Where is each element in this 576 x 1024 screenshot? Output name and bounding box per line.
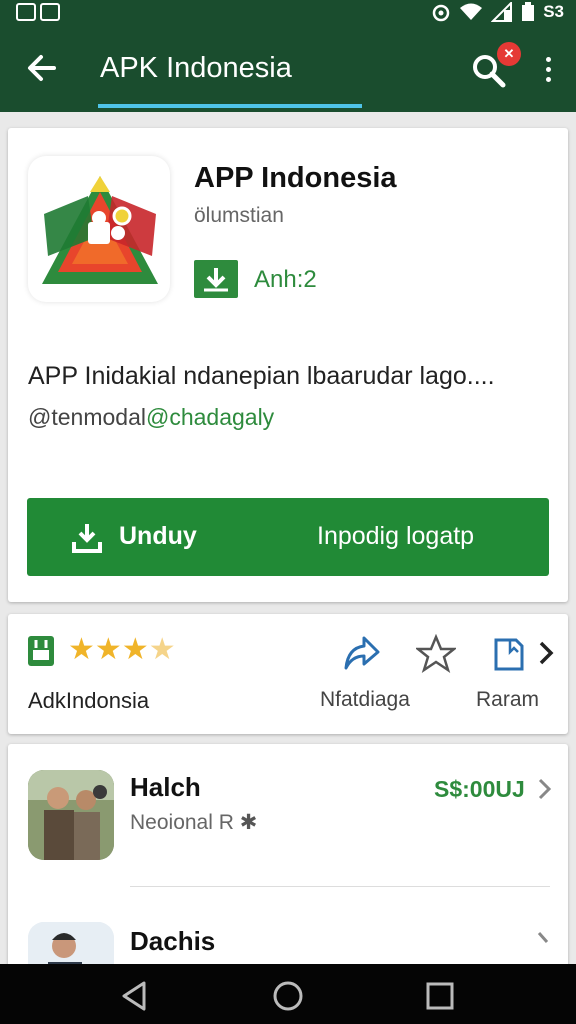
rating-label: AdkIndonsia xyxy=(28,688,150,713)
rating-badge-icon xyxy=(28,636,54,666)
share-icon[interactable] xyxy=(342,636,380,672)
wifi-icon xyxy=(460,3,483,20)
tag-link[interactable]: @chadagaly xyxy=(146,404,274,430)
notification-icon xyxy=(16,3,36,21)
alarm-icon xyxy=(432,4,450,22)
system-nav-bar xyxy=(0,964,576,1024)
share-label: Nfatdiaga xyxy=(320,688,410,711)
nav-recents-icon[interactable] xyxy=(426,982,454,1010)
more-options-icon[interactable] xyxy=(536,54,560,86)
battery-icon xyxy=(522,2,535,21)
chevron-right-icon[interactable] xyxy=(536,930,550,948)
chevron-right-icon[interactable] xyxy=(536,638,556,668)
image-notification-icon xyxy=(40,3,60,21)
rate-label: Raram xyxy=(476,688,540,711)
rating-card: ★★★★ AdkIndonsia Nfatdiaga Raram xyxy=(8,614,568,734)
page-title: APK Indonesia xyxy=(100,52,292,84)
back-arrow-icon[interactable] xyxy=(22,48,62,88)
list-item-subtitle-text: Neoional R xyxy=(130,811,234,834)
nav-home-icon[interactable] xyxy=(272,980,304,1012)
tag-handle: @tenmodal xyxy=(28,404,146,430)
star-icon: ★ xyxy=(94,633,122,666)
list-item-title[interactable]: Dachis xyxy=(130,926,215,957)
star-icon: ★ xyxy=(68,633,95,666)
gear-icon: ✱ xyxy=(239,811,258,834)
app-bar: APK Indonesia ✕ xyxy=(0,26,576,112)
star-icon: ★ xyxy=(148,633,176,666)
list-item-title[interactable]: Halch xyxy=(130,772,201,803)
related-apps-card: Halch Neoional R ✱ S$:00UJ Dachis xyxy=(8,744,568,982)
status-text: S3 xyxy=(543,2,564,21)
app-avatar[interactable] xyxy=(28,770,114,860)
install-button-secondary: Inpodig logatp xyxy=(317,522,475,550)
app-icon xyxy=(28,156,170,302)
star-outline-icon[interactable] xyxy=(416,634,456,674)
app-name: APP Indonesia xyxy=(194,162,397,194)
notification-badge: ✕ xyxy=(497,42,521,66)
app-developer[interactable]: ölumstian xyxy=(194,204,284,228)
tab-indicator xyxy=(98,104,362,108)
star-rating: ★★★★ xyxy=(68,632,176,667)
bookmark-icon[interactable] xyxy=(492,636,526,672)
nav-back-icon[interactable] xyxy=(118,980,150,1012)
install-button[interactable]: Unduy Inpodig logatp xyxy=(27,498,549,576)
install-button-label: Unduy xyxy=(119,522,197,550)
list-divider xyxy=(130,886,550,887)
status-bar: S3 xyxy=(0,0,576,26)
list-item-price: S$:00UJ xyxy=(434,776,525,802)
app-tags: @tenmodal@chadagaly xyxy=(28,404,274,431)
chevron-right-icon[interactable] xyxy=(536,776,554,802)
signal-icon xyxy=(491,2,513,22)
app-detail-card: APP Indonesia ölumstian Anh:2 APP Inidak… xyxy=(8,128,568,602)
download-badge-icon xyxy=(194,260,238,298)
star-icon: ★ xyxy=(121,633,149,666)
app-description: APP Inidakial ndanepian lbaarudar lago..… xyxy=(28,362,495,390)
download-icon xyxy=(72,524,102,553)
list-item-subtitle: Neoional R ✱ xyxy=(130,810,257,835)
badge-label: Anh:2 xyxy=(254,266,317,293)
